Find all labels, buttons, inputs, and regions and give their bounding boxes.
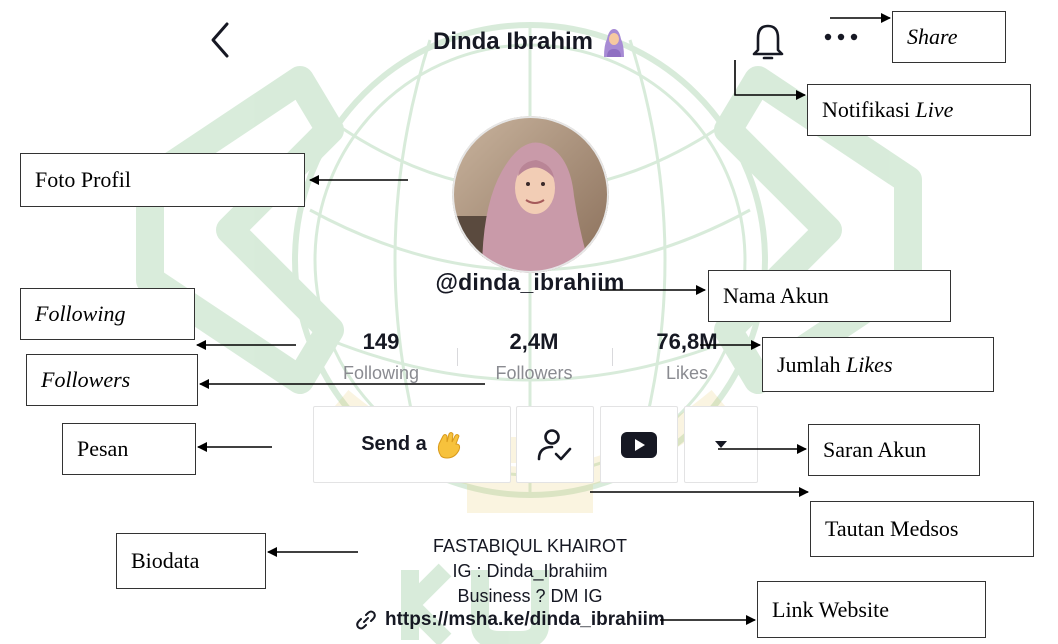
followers-count[interactable]: 2,4M — [471, 329, 597, 355]
annotation-foto-profil: Foto Profil — [20, 153, 305, 207]
youtube-link-button[interactable] — [600, 406, 678, 483]
more-icon[interactable] — [822, 30, 860, 44]
annotation-notifikasi-live: Notifikasi Live — [807, 84, 1031, 136]
bio-line: FASTABIQUL KHAIROT — [432, 536, 628, 556]
annotation-following: Following — [20, 288, 195, 340]
avatar[interactable] — [452, 116, 609, 273]
annotation-jumlah-text: Jumlah — [777, 351, 841, 377]
youtube-icon — [621, 431, 657, 458]
following-count[interactable]: 149 — [318, 329, 444, 355]
bio-line: Business ? DM IG — [457, 586, 603, 606]
annotation-live-text: Live — [915, 97, 954, 122]
follow-status-button[interactable] — [516, 406, 594, 483]
annotation-nama-akun: Nama Akun — [708, 270, 951, 322]
stat-divider — [457, 348, 458, 366]
likes-count: 76,8M — [656, 329, 718, 354]
back-icon[interactable] — [205, 18, 235, 62]
annotation-jumlah-likes: Jumlah Likes — [762, 337, 994, 392]
annotation-followers: Followers — [26, 354, 198, 406]
following-label[interactable]: Following — [318, 363, 444, 384]
woman-with-headscarf-icon — [604, 29, 625, 57]
annotation-pesan: Pesan — [62, 423, 196, 475]
waving-hand-icon — [437, 431, 460, 459]
caret-down-icon — [715, 440, 727, 448]
send-button-label: Send a — [361, 433, 427, 455]
annotation-likes-text: Likes — [846, 351, 893, 377]
page-title: Dinda Ibrahim — [380, 20, 680, 64]
website-link[interactable]: https://msha.ke/dinda_ibrahiim — [355, 605, 665, 635]
annotation-tautan-medsos: Tautan Medsos — [810, 501, 1034, 557]
bio-line: IG : Dinda_Ibrahiim — [452, 561, 608, 581]
send-message-button[interactable]: Send a — [313, 406, 511, 483]
likes-label: Likes — [665, 363, 709, 383]
suggested-accounts-button[interactable] — [684, 406, 758, 483]
annotation-share: Share — [892, 11, 1006, 63]
profile-display-name: Dinda Ibrahim — [432, 28, 594, 55]
link-icon — [356, 610, 376, 630]
bell-icon[interactable] — [750, 20, 786, 62]
website-link-text[interactable]: https://msha.ke/dinda_ibrahiim — [385, 609, 665, 631]
annotation-saran-akun: Saran Akun — [808, 424, 980, 476]
annotation-notifikasi-text: Notifikasi — [822, 97, 910, 122]
followers-label[interactable]: Followers — [471, 363, 597, 384]
annotation-biodata: Biodata — [116, 533, 266, 589]
user-check-icon — [537, 428, 572, 460]
annotation-link-website: Link Website — [757, 581, 986, 638]
username: @dinda_ibrahiim — [435, 269, 625, 295]
stat-divider — [612, 348, 613, 366]
